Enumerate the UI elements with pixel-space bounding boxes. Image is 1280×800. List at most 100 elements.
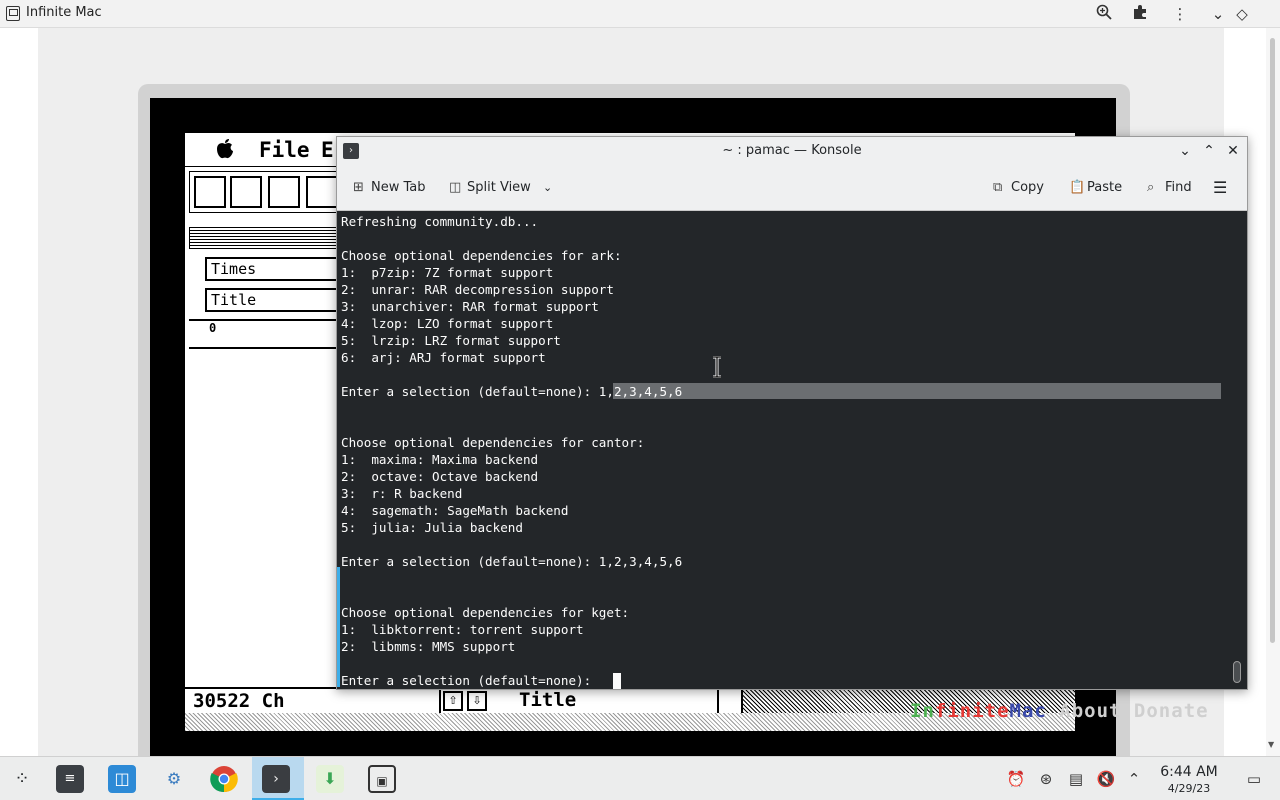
konsole-task-icon[interactable]: › <box>262 765 290 793</box>
paste-icon: 📋 <box>1069 180 1086 195</box>
infinite-mac-task-icon[interactable]: ▣ <box>368 765 396 793</box>
terminal-line: 1: maxima: Maxima backend <box>341 452 539 467</box>
terminal-line: Enter a selection (default=none): <box>341 673 599 688</box>
konsole-title: ~ : pamac — Konsole <box>722 143 862 158</box>
apple-menu-icon[interactable] <box>215 138 235 165</box>
footer-about-donate[interactable]: About Donate <box>1047 700 1209 722</box>
terminal-cursor <box>613 673 621 689</box>
mac-format-bar <box>189 227 339 249</box>
footer-logo-part-3: Mac <box>1009 700 1047 722</box>
footer-logo-part-2: finite <box>934 700 1010 722</box>
down-arrow-icon[interactable]: ⇩ <box>467 691 487 711</box>
clock-date[interactable]: 4/29/23 <box>1156 782 1222 795</box>
new-document-icon[interactable] <box>194 176 226 208</box>
app-icon <box>6 6 20 21</box>
discover-store-icon[interactable]: ◫ <box>108 765 136 793</box>
open-folder-icon[interactable] <box>230 176 262 208</box>
copy-icon: ⧉ <box>993 180 1003 195</box>
split-view-button[interactable]: ◫ Split View ⌄ <box>449 178 552 198</box>
volume-muted-icon[interactable]: 🔇 <box>1096 769 1116 789</box>
terminal-line: 3: r: R backend <box>341 486 463 501</box>
scrollbar-thumb[interactable] <box>1270 38 1275 643</box>
footer-logo-part-1: In <box>910 700 935 722</box>
browser-title: Infinite Mac <box>26 5 102 20</box>
mac-menu-file[interactable]: File <box>259 138 310 162</box>
terminal-line: 1: p7zip: 7Z format support <box>341 265 554 280</box>
clipboard-icon[interactable]: ▤ <box>1066 769 1086 789</box>
search-icon: ⌕ <box>1147 180 1155 195</box>
close-window-icon[interactable]: ✕ <box>1223 141 1243 161</box>
copy-label: Copy <box>1011 180 1044 195</box>
new-tab-icon: ⊞ <box>353 180 364 195</box>
ruler-zero-label: 0 <box>209 321 217 335</box>
chevron-down-icon[interactable]: ⌄ <box>543 181 552 194</box>
konsole-titlebar[interactable]: › ~ : pamac — Konsole ⌄ ⌃ ✕ <box>337 137 1247 165</box>
minimize-icon[interactable]: ⌄ <box>1208 4 1228 24</box>
mac-ruler[interactable]: 0 <box>189 319 339 349</box>
terminal-line: 2: unrar: RAR decompression support <box>341 282 614 297</box>
paste-label: Paste <box>1087 180 1123 195</box>
notifications-icon[interactable]: ⏰ <box>1006 769 1026 789</box>
chrome-icon[interactable] <box>210 765 238 793</box>
system-settings-icon[interactable]: ≡ <box>56 765 84 793</box>
find-label: Find <box>1165 180 1192 195</box>
print-icon[interactable] <box>306 176 338 208</box>
paste-button[interactable]: 📋 Paste <box>1069 178 1122 198</box>
find-button[interactable]: ⌕ Find <box>1147 178 1192 198</box>
up-arrow-icon[interactable]: ⇧ <box>443 691 463 711</box>
clock-time[interactable]: 6:44 AM <box>1156 764 1222 780</box>
app-launcher-icon[interactable]: ⁘ <box>8 765 36 793</box>
terminal-line: Enter a selection (default=none): 1,2,3,… <box>341 384 683 399</box>
save-disk-icon[interactable] <box>268 176 300 208</box>
terminal-marker <box>337 567 340 687</box>
download-icon[interactable]: ⬇ <box>316 765 344 793</box>
terminal-line: 2: libmms: MMS support <box>341 639 516 654</box>
terminal-line: Choose optional dependencies for kget: <box>341 605 630 620</box>
ibeam-cursor-icon <box>713 356 721 378</box>
minimize-window-icon[interactable]: ⌄ <box>1175 141 1195 161</box>
terminal-line: 1: libktorrent: torrent support <box>341 622 584 637</box>
restore-icon[interactable]: ◇ <box>1232 4 1252 24</box>
text-selection <box>613 383 1221 399</box>
font-field[interactable]: Times <box>205 257 339 281</box>
style-selector[interactable]: ⇧ ⇩ <box>439 689 719 713</box>
extensions-icon[interactable] <box>1130 4 1150 24</box>
zoom-icon[interactable] <box>1094 4 1114 24</box>
terminal-line: 3: unarchiver: RAR format support <box>341 299 599 314</box>
mac-menu-edit[interactable]: E <box>321 138 334 162</box>
terminal-output[interactable]: Refreshing community.db... Choose optiona… <box>337 211 1247 689</box>
menu-kebab-icon[interactable]: ⋮ <box>1170 4 1190 24</box>
style-field[interactable]: Title <box>205 288 339 312</box>
terminal-line: 2: octave: Octave backend <box>341 469 539 484</box>
steam-deck-icon[interactable]: ⚙ <box>160 765 188 793</box>
scroll-down-arrow-icon[interactable]: ▼ <box>1268 740 1274 749</box>
konsole-toolbar: ⊞ New Tab ◫ Split View ⌄ ⧉ Copy 📋 Paste ⌕ Fin… <box>337 165 1247 211</box>
char-count: 30522 Ch <box>193 690 285 712</box>
terminal-line: Refreshing community.db... <box>341 214 539 229</box>
copy-button[interactable]: ⧉ Copy <box>993 178 1044 198</box>
split-view-icon: ◫ <box>449 180 462 195</box>
terminal-line: 4: lzop: LZO format support <box>341 316 554 331</box>
site-footer-links[interactable]: InfiniteMac About Donate <box>910 700 1209 722</box>
updates-icon[interactable]: ⊛ <box>1036 769 1056 789</box>
hamburger-menu-icon[interactable]: ☰ <box>1213 178 1227 198</box>
split-view-label: Split View <box>467 180 531 195</box>
terminal-line: 6: arj: ARJ format support <box>341 350 546 365</box>
terminal-line: Choose optional dependencies for ark: <box>341 248 622 263</box>
new-tab-label: New Tab <box>371 180 426 195</box>
browser-titlebar: Infinite Mac ⋮ ⌄ ◇ <box>0 0 1280 28</box>
mac-toolbar <box>189 171 339 213</box>
show-desktop-icon[interactable]: ▭ <box>1244 769 1264 789</box>
page-scrollbar[interactable]: ▼ <box>1266 28 1280 756</box>
taskbar: ⁘ ≡ ◫ ⚙ › ⬇ ▣ ⏰ ⊛ ▤ 🔇 ⌃ 6:44 AM 4/29/23 … <box>0 756 1280 800</box>
konsole-window: › ~ : pamac — Konsole ⌄ ⌃ ✕ ⊞ New Tab ◫ Sp… <box>336 136 1248 690</box>
status-style: Title <box>519 689 577 711</box>
new-tab-button[interactable]: ⊞ New Tab <box>353 178 426 198</box>
terminal-scrollbar[interactable] <box>1233 661 1241 683</box>
terminal-line: Choose optional dependencies for cantor: <box>341 435 645 450</box>
terminal-line: Enter a selection (default=none): 1,2,3,… <box>341 554 683 569</box>
terminal-line: 5: lrzip: LRZ format support <box>341 333 561 348</box>
terminal-line: 4: sagemath: SageMath backend <box>341 503 569 518</box>
maximize-window-icon[interactable]: ⌃ <box>1199 141 1219 161</box>
tray-expand-icon[interactable]: ⌃ <box>1124 769 1144 789</box>
